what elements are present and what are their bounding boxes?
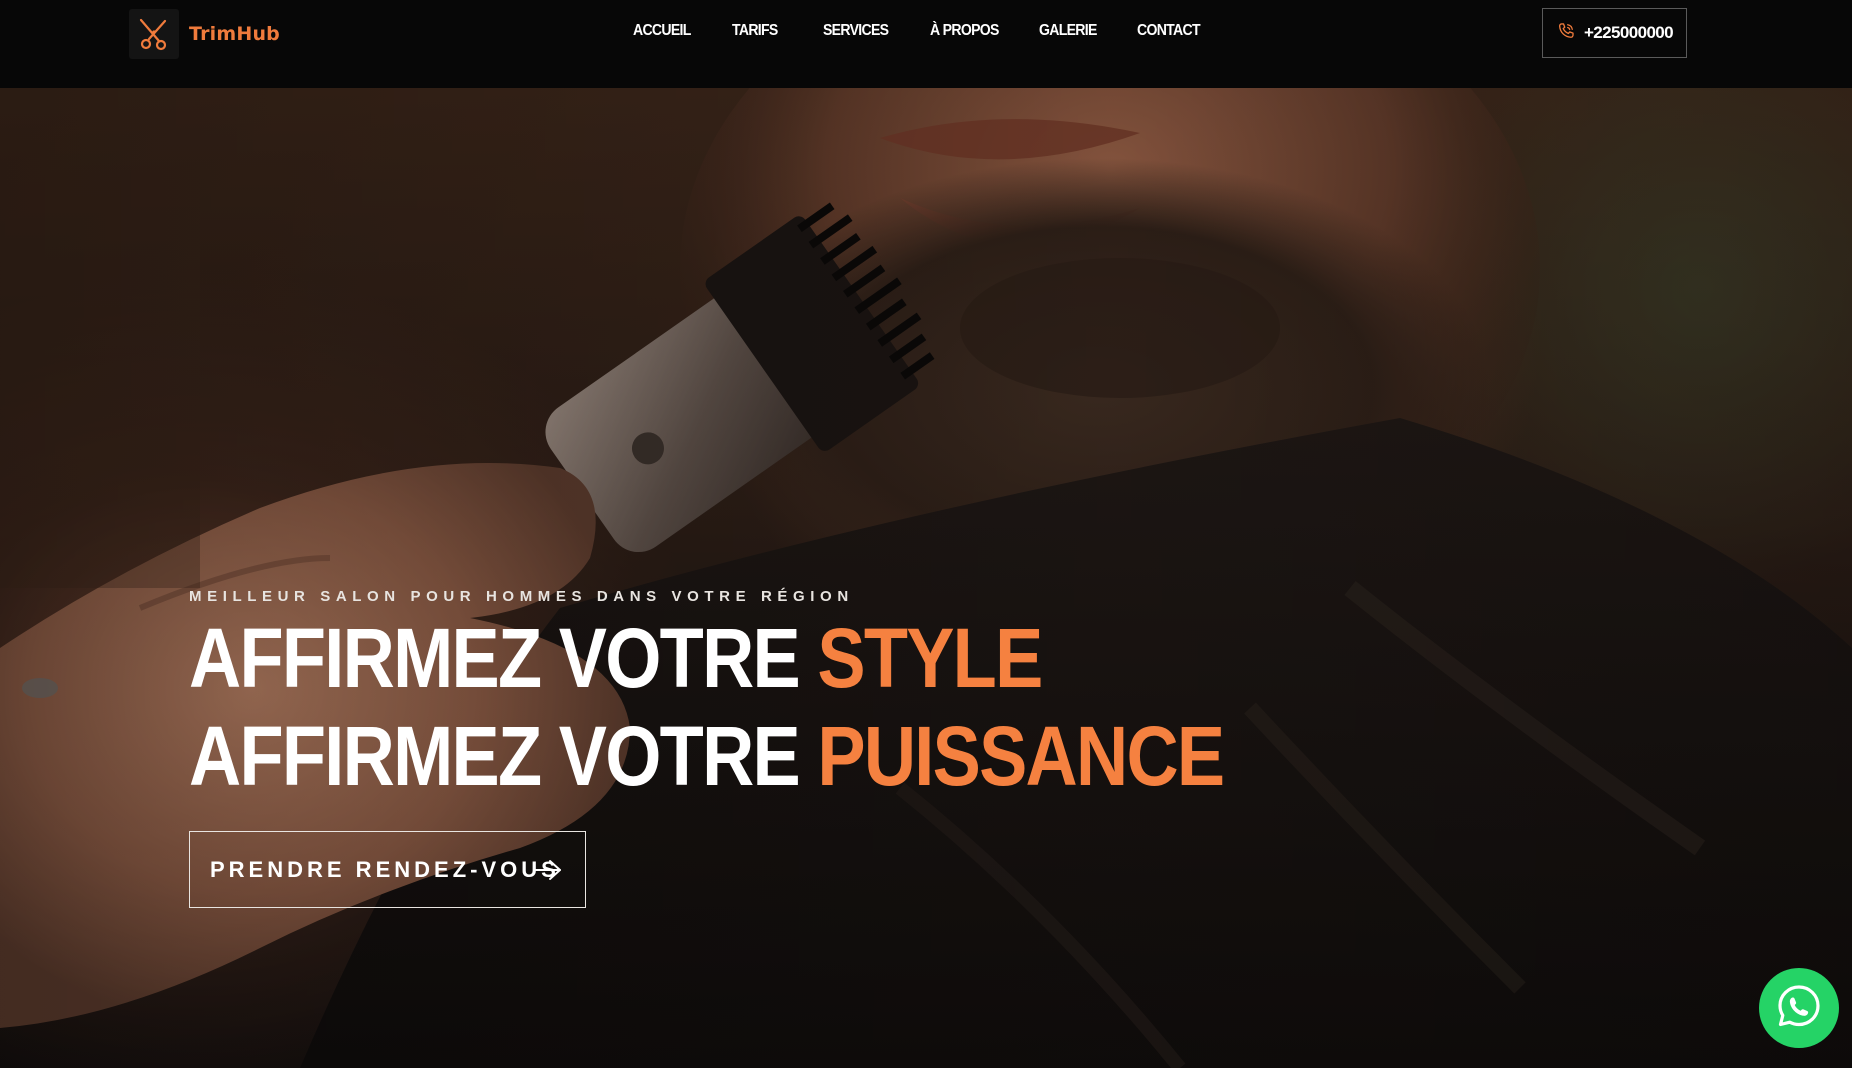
scissors-icon — [129, 9, 179, 59]
phone-button[interactable]: +225000000 — [1542, 8, 1687, 58]
hero-overlay — [0, 88, 1852, 1068]
headline-line-2-accent: PUISSANCE — [817, 709, 1225, 803]
nav-item-tarifs[interactable]: TARIFS — [732, 22, 778, 40]
whatsapp-button[interactable] — [1759, 968, 1839, 1048]
whatsapp-icon — [1774, 981, 1824, 1036]
nav-item-galerie[interactable]: GALERIE — [1039, 22, 1097, 40]
hero-headline: AFFIRMEZ VOTRE STYLE AFFIRMEZ VOTRE PUIS… — [189, 609, 1225, 805]
headline-line-1-prefix: AFFIRMEZ VOTRE — [189, 611, 801, 705]
nav-item-a-propos[interactable]: À PROPOS — [930, 22, 999, 40]
book-appointment-button[interactable]: PRENDRE RENDEZ-VOUS — [189, 831, 586, 908]
cta-label: PRENDRE RENDEZ-VOUS — [210, 856, 560, 882]
headline-line-2-prefix: AFFIRMEZ VOTRE — [189, 709, 801, 803]
headline-line-1-accent: STYLE — [817, 611, 1043, 705]
site-header: TrimHub ACCUEIL TARIFS SERVICES À PROPOS… — [0, 0, 1852, 88]
page: TrimHub ACCUEIL TARIFS SERVICES À PROPOS… — [0, 0, 1852, 1068]
nav-item-accueil[interactable]: ACCUEIL — [633, 22, 691, 40]
phone-number: +225000000 — [1583, 23, 1674, 42]
arrow-right-icon — [533, 858, 563, 887]
headline-line-2: AFFIRMEZ VOTRE PUISSANCE — [189, 707, 1225, 805]
hero-eyebrow: MEILLEUR SALON POUR HOMMES DANS VOTRE RÉ… — [189, 588, 854, 605]
phone-icon — [1556, 21, 1576, 46]
nav-item-services[interactable]: SERVICES — [823, 22, 889, 40]
headline-line-1: AFFIRMEZ VOTRE STYLE — [189, 609, 1223, 707]
nav-item-contact[interactable]: CONTACT — [1137, 22, 1201, 40]
hero-section: MEILLEUR SALON POUR HOMMES DANS VOTRE RÉ… — [0, 88, 1852, 1068]
brand-name: TrimHub — [189, 23, 280, 45]
hero-content: MEILLEUR SALON POUR HOMMES DANS VOTRE RÉ… — [189, 588, 1392, 908]
logo[interactable]: TrimHub — [129, 9, 280, 59]
